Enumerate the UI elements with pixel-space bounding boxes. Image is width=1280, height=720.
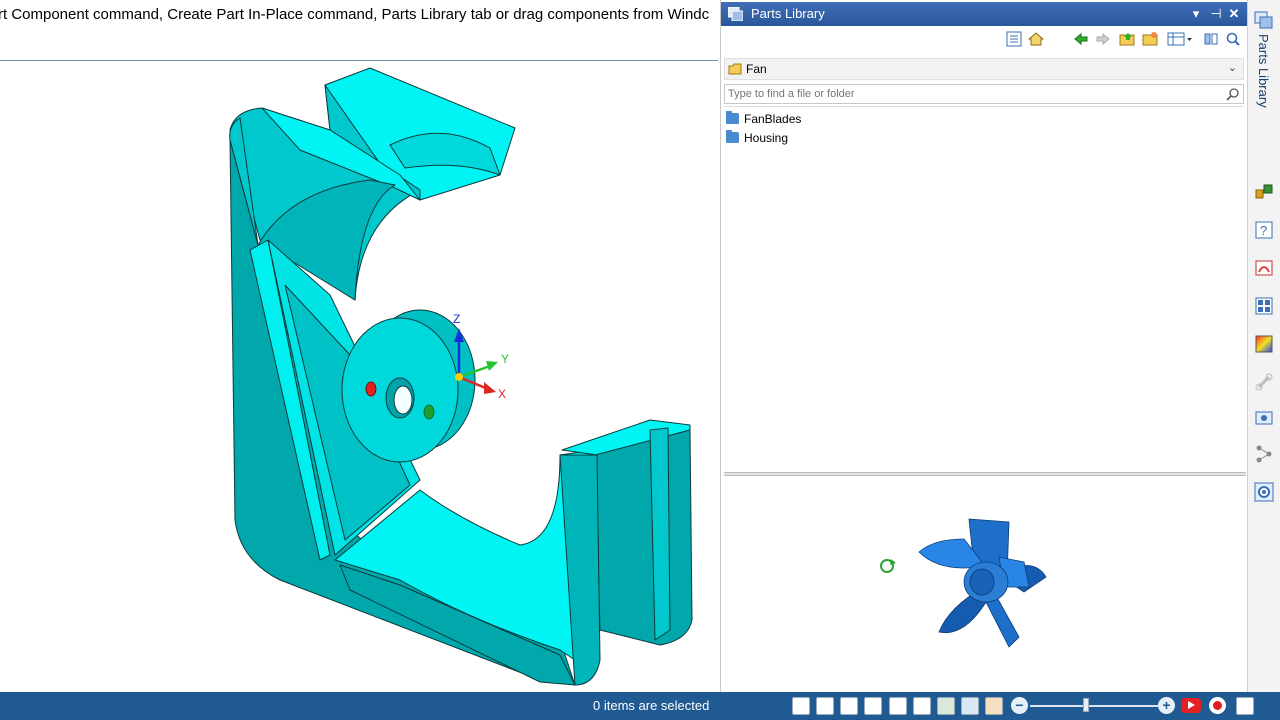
export-icon[interactable] [1236,697,1254,715]
record-stop-icon[interactable] [1209,697,1226,714]
parts-library-side-tab[interactable]: Parts Library [1256,34,1271,108]
color-palette-icon[interactable] [1254,334,1276,356]
rotate-view-icon[interactable] [889,697,907,715]
view-options-icon[interactable] [1165,28,1195,50]
pan-icon[interactable] [913,697,931,715]
search-icon[interactable] [1222,28,1244,50]
part-preview-pane [724,477,1246,691]
parts-library-tab-icon[interactable] [1254,10,1276,32]
zoom-slider-track[interactable] [1030,705,1158,707]
pin-icon[interactable]: ⊣ [1207,2,1225,26]
display-style-icon[interactable] [961,697,979,715]
folder-dropdown[interactable]: Fan ⌄ [724,58,1244,80]
parts-library-icon [728,7,743,21]
new-folder-icon[interactable] [1139,28,1161,50]
close-icon[interactable]: ✕ [1225,2,1243,26]
settings-gear-icon[interactable] [1254,482,1276,504]
zoom-in-button[interactable]: + [1158,697,1175,714]
axis-label-y: Y [501,352,510,366]
parts-library-toolbar [721,26,1248,54]
search-icon[interactable] [1226,87,1240,101]
housing-part-model[interactable] [0,62,718,692]
file-search-box[interactable] [724,84,1244,104]
right-tool-strip: Parts Library ? [1247,0,1280,692]
svg-text:?: ? [1260,223,1267,238]
folder-up-icon[interactable] [1116,28,1138,50]
list-item[interactable]: FanBlades [724,110,924,128]
dashboard-icon[interactable] [1254,258,1276,280]
zoom-slider-thumb[interactable] [1083,698,1089,712]
parts-library-titlebar[interactable]: Parts Library ▾ ⊣ ✕ [721,2,1248,26]
file-search-input[interactable] [725,85,1215,103]
link-icon[interactable] [1254,372,1276,394]
fit-view-icon[interactable] [792,697,810,715]
rotate-icon [880,559,896,573]
folder-icon [728,63,742,75]
fan-blades-preview [880,518,1047,648]
command-sub-bar [0,30,718,61]
highlight-icon[interactable] [985,697,1003,715]
graphics-viewport[interactable]: Z Y X [0,62,718,692]
shaded-view-icon[interactable] [937,697,955,715]
command-prompt-text: rt Component command, Create Part In-Pla… [0,6,710,23]
list-item-label: Housing [744,131,789,145]
layout-icon[interactable] [1254,296,1276,318]
part-file-icon [726,111,739,124]
axis-label-z: Z [453,312,461,326]
parts-library-panel: Parts Library ▾ ⊣ ✕ Fan ⌄ Type to find a… [720,0,1248,692]
folder-name: Fan [746,62,767,76]
list-item-label: FanBlades [744,112,802,126]
green-hole-marker [423,404,435,420]
image-icon[interactable] [1254,408,1276,430]
video-record-icon[interactable] [1181,698,1201,713]
part-file-icon [726,130,739,143]
parts-file-list: FanBlades Housing [724,106,1244,472]
home-icon[interactable] [1025,28,1047,50]
back-arrow-icon[interactable] [1070,28,1092,50]
command-prompt-bar: rt Component command, Create Part In-Pla… [0,0,718,30]
filter-icon[interactable] [1200,28,1222,50]
help-icon[interactable]: ? [1254,220,1276,242]
axis-label-x: X [498,387,507,401]
chevron-down-icon[interactable]: ⌄ [1228,61,1237,74]
status-bar: 0 items are selected − + [0,692,1280,720]
parts-library-title: Parts Library [751,6,825,21]
red-hole-marker [365,381,377,397]
view-orient-icon[interactable] [864,697,882,715]
tree-icon[interactable] [1254,444,1276,466]
preview-splitter[interactable] [724,472,1246,476]
assembly-icon[interactable] [1254,182,1276,204]
list-item[interactable]: Housing [724,129,924,147]
zoom-area-icon[interactable] [816,697,834,715]
grid-view-icon[interactable] [1003,28,1025,50]
forward-arrow-icon[interactable] [1092,28,1114,50]
dropdown-menu-icon[interactable]: ▾ [1187,2,1205,26]
zoom-out-button[interactable]: − [1011,697,1028,714]
selection-status-text: 0 items are selected [593,698,710,713]
zoom-icon[interactable] [840,697,858,715]
